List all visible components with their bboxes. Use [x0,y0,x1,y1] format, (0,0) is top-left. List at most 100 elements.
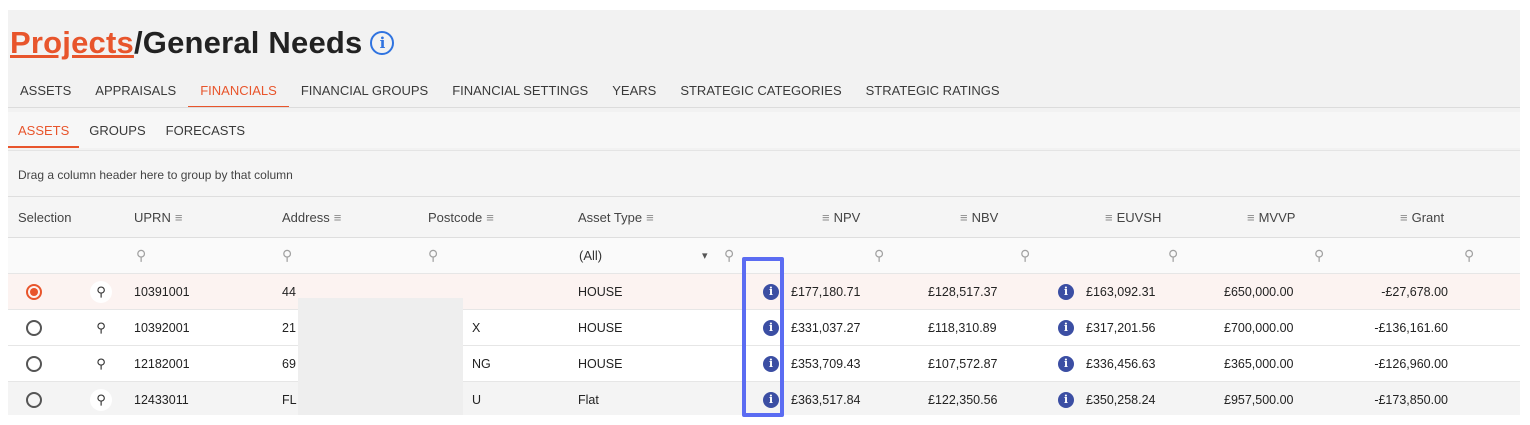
col-header-label: NBV [971,209,999,225]
col-header-mvvp[interactable]: ≡ MVVP [1243,197,1295,237]
col-header-uprn[interactable]: UPRN ≡ [134,197,186,237]
filter-icon[interactable]: ≡ [1400,210,1408,225]
filter-icon[interactable]: ≡ [334,210,342,225]
cell-asset-type: HOUSE [578,320,623,335]
col-header-label: Grant [1411,209,1445,225]
filter-icon[interactable]: ≡ [175,210,183,225]
col-header-postcode[interactable]: Postcode ≡ [428,197,498,237]
cell-npv: £363,517.84 [791,392,861,407]
filter-icon[interactable]: ≡ [486,210,494,225]
col-header-grant[interactable]: ≡ Grant [1396,197,1444,237]
col-header-label: Asset Type [578,209,643,225]
col-header-npv[interactable]: ≡ NPV [818,197,860,237]
col-header-label: UPRN [134,209,171,225]
breadcrumb-projects-link[interactable]: Projects [10,25,134,60]
row-select-radio[interactable] [26,319,42,336]
sub-tabs: ASSETS GROUPS FORECASTS [8,112,1520,148]
cell-npv: £331,037.27 [791,320,861,335]
grid-header-row: Selection UPRN ≡ Address ≡ Postcode ≡ Asset… [8,196,1520,238]
asset-type-filter-search-icon[interactable]: ⚲ [724,238,734,273]
euvsh-info-icon[interactable]: i [1058,355,1074,372]
cell-uprn: 10391001 [134,284,190,299]
asset-type-filter-select[interactable]: (All) [579,238,602,273]
cell-mvvp: £957,500.00 [1224,392,1294,407]
main-tabs: ASSETS APPRAISALS FINANCIALS FINANCIAL G… [8,76,1520,108]
filter-icon[interactable]: ≡ [646,210,654,225]
address-filter-search-icon[interactable]: ⚲ [282,238,292,273]
cell-asset-type: HOUSE [578,284,623,299]
chevron-down-icon[interactable]: ▾ [702,238,708,273]
cell-uprn: 10392001 [134,320,190,335]
tabs-divider [8,107,1520,108]
cell-uprn: 12433011 [134,392,189,407]
zoom-icon[interactable]: ⚲ [90,317,112,339]
tab-financial-groups[interactable]: FINANCIAL GROUPS [289,76,440,108]
cell-euvsh: £350,258.24 [1086,392,1156,407]
subtab-forecasts[interactable]: FORECASTS [156,112,255,148]
tab-years[interactable]: YEARS [600,76,668,108]
cell-grant: -£126,960.00 [1374,356,1448,371]
tab-financials[interactable]: FINANCIALS [188,76,289,108]
cell-address: 21 [282,320,296,335]
postcode-filter-search-icon[interactable]: ⚲ [428,238,438,273]
cell-postcode: U [472,392,482,407]
col-header-label: Postcode [428,209,483,225]
cell-postcode: X [472,320,481,335]
cell-postcode: NG [472,356,491,371]
zoom-icon[interactable]: ⚲ [90,353,112,375]
nbv-filter-search-icon[interactable]: ⚲ [1020,238,1030,273]
col-header-label: EUVSH [1116,209,1162,225]
row-select-radio[interactable] [26,355,42,372]
cell-nbv: £128,517.37 [928,284,998,299]
page-title: Projects/General Needs [10,25,362,61]
col-header-selection[interactable]: Selection [18,197,71,237]
tab-assets[interactable]: ASSETS [8,76,83,108]
cell-nbv: £118,310.89 [928,320,997,335]
zoom-icon[interactable]: ⚲ [90,388,112,411]
cell-npv: £353,709.43 [791,356,861,371]
tab-strategic-ratings[interactable]: STRATEGIC RATINGS [854,76,1012,108]
cell-nbv: £107,572.87 [928,356,998,371]
info-icon[interactable]: i [370,31,395,55]
filter-icon[interactable]: ≡ [822,210,830,225]
tab-appraisals[interactable]: APPRAISALS [83,76,188,108]
npv-info-column-highlight [742,257,784,417]
grant-filter-search-icon[interactable]: ⚲ [1464,238,1474,273]
col-header-label: MVVP [1258,209,1296,225]
cell-address: 44 [282,284,296,299]
cell-grant: -£136,161.60 [1374,320,1448,335]
col-header-label: NPV [833,209,861,225]
euvsh-info-icon[interactable]: i [1058,283,1074,300]
col-header-euvsh[interactable]: ≡ EUVSH [1101,197,1161,237]
filter-icon[interactable]: ≡ [1105,210,1113,225]
cell-grant: -£173,850.00 [1374,392,1448,407]
euvsh-info-icon[interactable]: i [1058,391,1074,408]
cell-asset-type: HOUSE [578,356,623,371]
cell-npv: £177,180.71 [791,284,861,299]
col-header-asset-type[interactable]: Asset Type ≡ [578,197,658,237]
mvvp-filter-search-icon[interactable]: ⚲ [1314,238,1324,273]
subtab-groups[interactable]: GROUPS [79,112,155,148]
row-select-radio[interactable] [26,283,42,300]
cell-asset-type: Flat [578,392,599,407]
filter-icon[interactable]: ≡ [1247,210,1255,225]
zoom-icon[interactable]: ⚲ [90,280,112,303]
euvsh-info-icon[interactable]: i [1058,319,1074,336]
npv-filter-search-icon[interactable]: ⚲ [874,238,884,273]
col-header-nbv[interactable]: ≡ NBV [956,197,998,237]
subtab-assets[interactable]: ASSETS [8,112,80,148]
col-header-label: Address [282,209,330,225]
col-header-address[interactable]: Address ≡ [282,197,345,237]
breadcrumb-current: General Needs [142,25,363,60]
cell-address: 69 [282,356,296,371]
tab-financial-settings[interactable]: FINANCIAL SETTINGS [440,76,600,108]
cell-mvvp: £650,000.00 [1224,284,1294,299]
page-header: Projects/General Needs i [8,10,395,76]
cell-nbv: £122,350.56 [928,392,998,407]
group-by-panel[interactable]: Drag a column header here to group by th… [8,150,1520,196]
row-select-radio[interactable] [26,391,42,408]
filter-icon[interactable]: ≡ [960,210,968,225]
uprn-filter-search-icon[interactable]: ⚲ [136,238,146,273]
euvsh-filter-search-icon[interactable]: ⚲ [1168,238,1178,273]
tab-strategic-categories[interactable]: STRATEGIC CATEGORIES [668,76,853,108]
